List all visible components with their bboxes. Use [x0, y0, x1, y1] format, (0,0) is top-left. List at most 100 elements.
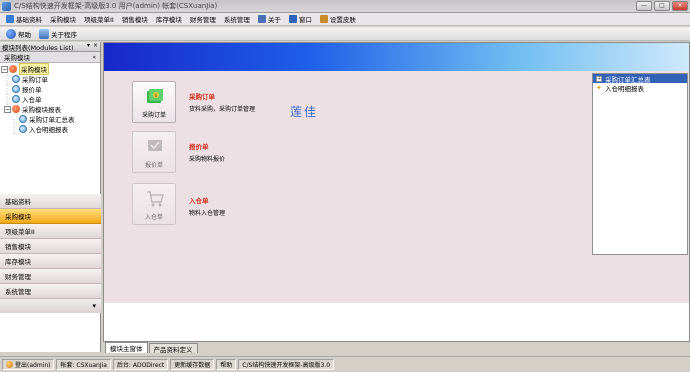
tree-node-order-summary[interactable]: 采购订单汇总表 [0, 114, 100, 124]
minimize-button[interactable]: — [636, 1, 652, 11]
collapse-icon[interactable]: « [92, 54, 96, 61]
report-entry-details[interactable]: ✦ 入仓明细报表 [593, 83, 687, 93]
header-banner [104, 43, 689, 71]
menu-label: 财务管理 [189, 16, 216, 24]
modules-panel-title: 模块列表(Modules List) [2, 43, 74, 52]
menu-purchasing[interactable]: 采购模块 [46, 13, 80, 25]
close-button[interactable]: × [672, 1, 688, 11]
tree-node-purchase-order[interactable]: 采购订单 [0, 74, 100, 84]
menu-label: 库存模块 [155, 16, 182, 24]
tree-node-label: 采购模块报表 [22, 106, 61, 114]
menu-about[interactable]: 关于 [254, 13, 285, 25]
window-icon [288, 15, 297, 23]
money-icon: $ [147, 89, 163, 103]
help-label: 帮助 [18, 30, 31, 39]
toolbar: 帮助 关于程序 [0, 27, 690, 41]
menu-sales[interactable]: 销售模块 [118, 13, 152, 25]
chevron-down-icon: ▾ [92, 302, 96, 310]
module-group-header: 采购模块 « [0, 52, 100, 63]
menu-label: 采购模块 [50, 16, 76, 24]
module-icon [9, 65, 17, 73]
window-title: C/S结构快速开发框架-高级版3.0 用户(admin) 帐套(CSXuanJi… [14, 2, 218, 10]
module-button-inventory[interactable]: 库存模块 [0, 254, 101, 269]
menu-label: 关于 [267, 16, 281, 24]
quotation-icon [148, 140, 162, 151]
purchase-order-desc: 采购订单 货料采购，采购订单管理 [189, 91, 255, 113]
menu-finance[interactable]: 财务管理 [186, 13, 220, 25]
card-description: 货料采购，采购订单管理 [189, 106, 256, 113]
main-bottom-area [104, 303, 689, 341]
menu-system[interactable]: 系统管理 [220, 13, 254, 25]
menu-label: 基础资料 [16, 16, 42, 24]
title-bar: C/S结构快速开发框架-高级版3.0 用户(admin) 帐套(CSXuanJi… [0, 0, 690, 13]
tree-node-purchasing[interactable]: − 采购模块 [0, 63, 100, 75]
document-icon [12, 95, 20, 103]
status-account: 帐套: CSXuanJia [56, 359, 111, 370]
card-description: 采购物料报价 [189, 156, 226, 163]
about-program-button[interactable]: 关于程序 [35, 28, 81, 39]
card-title: 报价单 [189, 143, 209, 151]
reports-list: + 采购订单汇总表 ✦ 入仓明细报表 [592, 73, 688, 255]
warehouse-entry-card[interactable]: 入仓单 [132, 183, 176, 225]
menu-label: 设置皮肤 [329, 16, 356, 24]
tree-node-label: 报价单 [22, 86, 42, 94]
module-button-basic-data[interactable]: 基础资料 [0, 194, 101, 209]
help-button[interactable]: 帮助 [2, 28, 35, 39]
about-icon [257, 15, 266, 23]
menu-label: 项级菜单II [84, 16, 114, 24]
menu-window[interactable]: 窗口 [285, 13, 316, 25]
status-login-text: 登出(admin) [15, 362, 51, 369]
collapse-node-icon[interactable]: − [4, 105, 11, 113]
module-button-system[interactable]: 系统管理 [0, 284, 101, 299]
menu-basic-data[interactable]: 基础资料 [2, 13, 46, 25]
watermark-text: 莲佳 [290, 105, 319, 119]
module-button-purchasing[interactable]: 采购模块 [0, 209, 101, 224]
menu-skin[interactable]: 设置皮肤 [316, 13, 360, 25]
card-label: 入仓单 [144, 214, 163, 221]
document-icon [12, 85, 20, 93]
cart-icon [147, 191, 164, 207]
tree-node-quotation[interactable]: 报价单 [0, 84, 100, 94]
maximize-button[interactable]: □ [654, 1, 670, 11]
tree-node-label: 采购订单 [22, 76, 48, 84]
card-label: 采购订单 [141, 112, 166, 119]
tree-node-warehouse-entry[interactable]: 入仓单 [0, 94, 100, 104]
module-buttons: 基础资料 采购模块 项级菜单II 销售模块 库存模块 财务管理 系统管理 ▾ [0, 194, 101, 313]
menu-label: 销售模块 [121, 16, 148, 24]
status-bar: 登出(admin) 帐套: CSXuanJia 后台: ADODirect 更新… [0, 356, 690, 372]
purchase-order-card[interactable]: $ 采购订单 [132, 81, 176, 123]
menu-label: 窗口 [298, 16, 312, 24]
module-group-title: 采购模块 [4, 54, 30, 62]
star-icon: ✦ [596, 83, 602, 92]
module-button-sales[interactable]: 销售模块 [0, 239, 101, 254]
skin-icon [319, 15, 328, 23]
module-button-finance[interactable]: 财务管理 [0, 269, 101, 284]
tree-node-label: 入仓明细报表 [29, 126, 68, 134]
document-icon [12, 75, 20, 83]
menu-bar: 基础资料 采购模块 项级菜单II 销售模块 库存模块 财务管理 系统管理 关于 … [0, 13, 690, 26]
tree-node-entry-details[interactable]: 入仓明细报表 [0, 124, 100, 134]
main-window: $ 采购订单 采购订单 货料采购，采购订单管理 莲佳 报价单 报价单 采购物料报… [103, 42, 690, 342]
tree-node-purchasing-reports[interactable]: − 采购模块报表 [0, 104, 100, 114]
status-refresh-cache[interactable]: 更新缓存数据 [170, 359, 215, 370]
tab-product-definition[interactable]: 产品资料定义 [148, 343, 198, 354]
tab-module-main[interactable]: 模块主窗体 [105, 342, 148, 353]
panel-close-icon[interactable]: × [93, 42, 98, 49]
user-icon [6, 361, 13, 368]
report-icon [19, 125, 27, 133]
status-login[interactable]: 登出(admin) [2, 359, 55, 370]
quotation-card[interactable]: 报价单 [132, 131, 176, 173]
module-overflow-button[interactable]: ▾ [0, 299, 101, 313]
status-backend: 后台: ADODirect [112, 359, 169, 370]
report-group-icon [12, 105, 20, 113]
module-button-top-level-ii[interactable]: 项级菜单II [0, 224, 101, 239]
card-title: 采购订单 [189, 93, 215, 101]
status-help[interactable]: 帮助 [216, 359, 237, 370]
warehouse-entry-desc: 入仓单 物料入仓管理 [189, 195, 225, 217]
collapse-node-icon[interactable]: − [1, 65, 8, 73]
menu-top-level-ii[interactable]: 项级菜单II [80, 13, 118, 25]
pin-icon[interactable]: ▾ [87, 42, 90, 49]
menu-inventory[interactable]: 库存模块 [152, 13, 186, 25]
tree-node-label: 入仓单 [22, 96, 42, 104]
card-title: 入仓单 [189, 197, 209, 205]
